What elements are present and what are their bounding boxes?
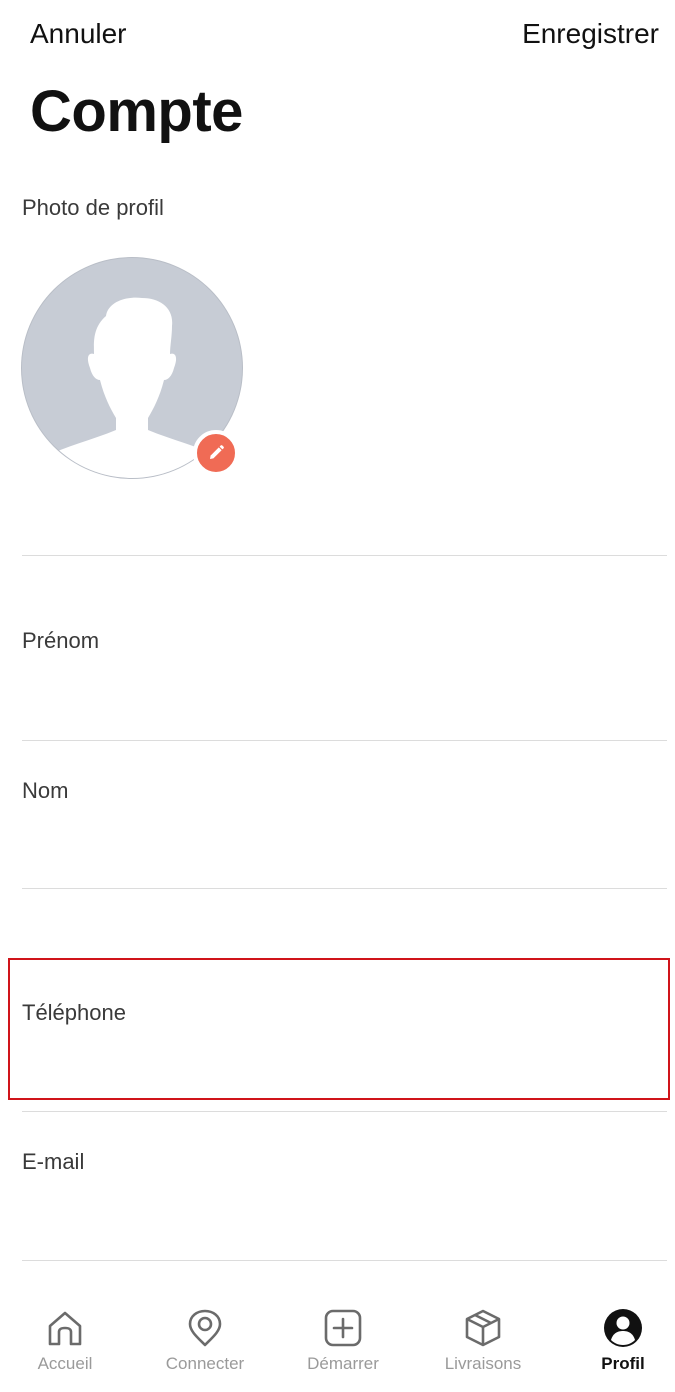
edit-photo-button[interactable]: [193, 430, 239, 476]
tab-bar: Accueil Connecter Démarrer Livraisons Pr…: [0, 1296, 675, 1392]
phone-label: Téléphone: [22, 1000, 126, 1025]
cancel-button[interactable]: Annuler: [30, 18, 127, 50]
tab-accueil[interactable]: Accueil: [0, 1296, 130, 1392]
first-name-label: Prénom: [22, 628, 100, 653]
divider: [22, 1260, 667, 1261]
page-title: Compte: [30, 79, 243, 144]
tab-label: Connecter: [165, 1354, 245, 1373]
divider: [22, 1111, 667, 1112]
tab-label: Profil: [601, 1354, 645, 1373]
pencil-icon: [210, 445, 224, 459]
first-name-field[interactable]: [22, 676, 622, 706]
email-field[interactable]: [22, 1202, 622, 1232]
email-label: E-mail: [22, 1149, 85, 1174]
divider: [22, 888, 667, 889]
last-name-field[interactable]: [22, 826, 622, 856]
plus-square-icon: [324, 1309, 362, 1347]
user-circle-icon: [604, 1309, 642, 1347]
divider: [22, 740, 667, 741]
tab-demarrer[interactable]: Démarrer: [278, 1296, 408, 1392]
phone-field[interactable]: [22, 1050, 622, 1080]
tab-connecter[interactable]: Connecter: [140, 1296, 270, 1392]
tab-label: Accueil: [37, 1354, 93, 1373]
home-icon: [48, 1311, 82, 1346]
divider: [22, 555, 667, 556]
tab-label: Démarrer: [307, 1354, 379, 1373]
tab-label: Livraisons: [444, 1354, 522, 1373]
package-icon: [465, 1309, 501, 1347]
profile-photo-label: Photo de profil: [22, 195, 164, 220]
last-name-label: Nom: [22, 778, 69, 803]
tab-livraisons[interactable]: Livraisons: [418, 1296, 548, 1392]
save-button[interactable]: Enregistrer: [522, 18, 659, 50]
tab-profil[interactable]: Profil: [558, 1296, 675, 1392]
location-pin-icon: [188, 1309, 222, 1347]
